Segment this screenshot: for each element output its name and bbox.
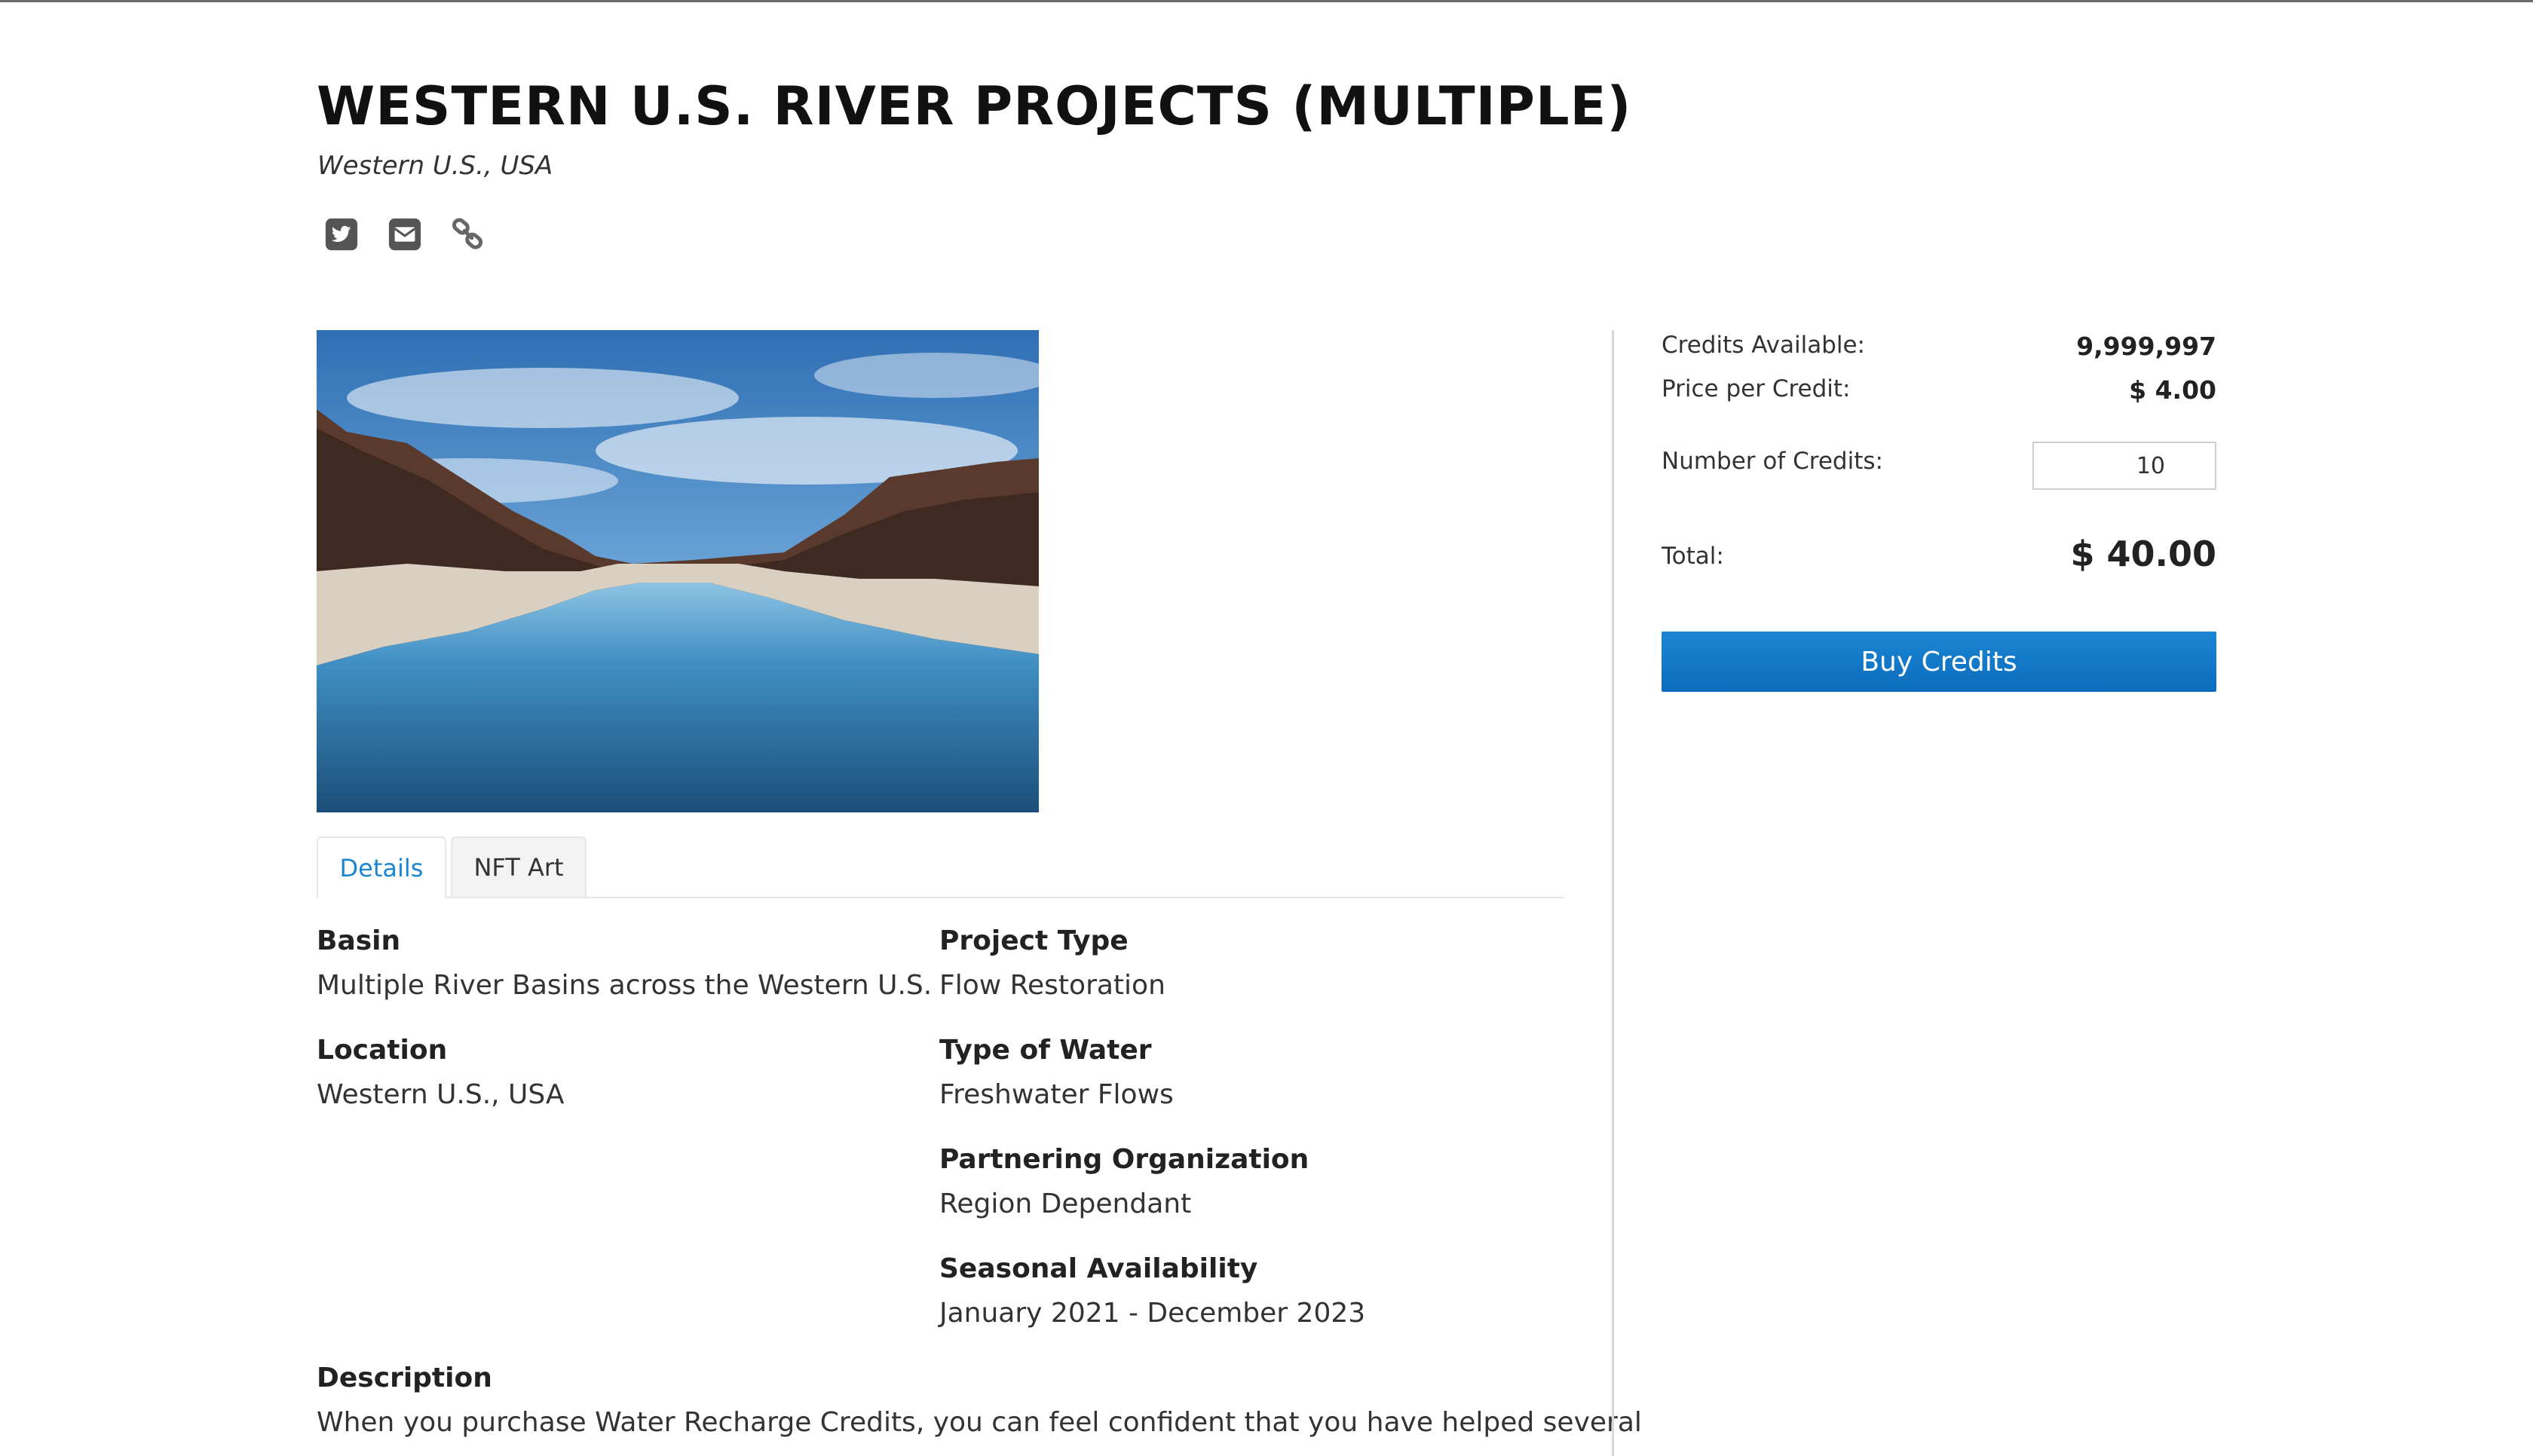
link-icon[interactable] bbox=[451, 217, 485, 252]
water-type-field: Type of Water Freshwater Flows bbox=[939, 1035, 1174, 1110]
page-subtitle: Western U.S., USA bbox=[317, 151, 553, 181]
email-icon[interactable] bbox=[387, 217, 422, 252]
column-divider bbox=[1612, 330, 1614, 1456]
basin-label: Basin bbox=[317, 925, 401, 956]
description-field: Description When you purchase Water Rech… bbox=[317, 1363, 1642, 1438]
project-type-label: Project Type bbox=[939, 925, 1129, 956]
basin-field: Basin Multiple River Basins across the W… bbox=[317, 925, 932, 1001]
total-value: $ 40.00 bbox=[2070, 534, 2216, 574]
project-image bbox=[317, 330, 1039, 812]
top-border bbox=[0, 0, 2533, 2]
price-value: $ 4.00 bbox=[2129, 375, 2216, 405]
description-text: When you purchase Water Recharge Credits… bbox=[317, 1407, 1642, 1438]
total-label: Total: bbox=[1662, 543, 1724, 570]
tab-details[interactable]: Details bbox=[317, 837, 446, 898]
basin-value: Multiple River Basins across the Western… bbox=[317, 970, 933, 1001]
tab-bar: Details NFT Art bbox=[317, 837, 1564, 898]
tab-nft-art[interactable]: NFT Art bbox=[451, 837, 587, 897]
partnering-org-label: Partnering Organization bbox=[939, 1144, 1309, 1175]
number-of-credits-row: Number of Credits: bbox=[1662, 442, 2216, 490]
buy-credits-button[interactable]: Buy Credits bbox=[1662, 632, 2216, 692]
seasonal-field: Seasonal Availability January 2021 - Dec… bbox=[939, 1253, 1365, 1329]
project-type-field: Project Type Flow Restoration bbox=[939, 925, 1165, 1001]
project-type-value: Flow Restoration bbox=[939, 970, 1165, 1001]
number-of-credits-input[interactable] bbox=[2032, 442, 2216, 490]
water-type-value: Freshwater Flows bbox=[939, 1079, 1174, 1110]
location-label: Location bbox=[317, 1035, 448, 1066]
partnering-org-field: Partnering Organization Region Dependant bbox=[939, 1144, 1309, 1219]
seasonal-label: Seasonal Availability bbox=[939, 1253, 1258, 1284]
twitter-icon[interactable] bbox=[324, 217, 359, 252]
seasonal-value: January 2021 - December 2023 bbox=[939, 1298, 1366, 1329]
partnering-org-value: Region Dependant bbox=[939, 1188, 1192, 1219]
credits-available-value: 9,999,997 bbox=[2076, 332, 2216, 361]
location-field: Location Western U.S., USA bbox=[317, 1035, 565, 1110]
description-label: Description bbox=[317, 1363, 492, 1393]
price-label: Price per Credit: bbox=[1662, 375, 1851, 402]
location-value: Western U.S., USA bbox=[317, 1079, 565, 1110]
water-type-label: Type of Water bbox=[939, 1035, 1152, 1066]
page-title: WESTERN U.S. RIVER PROJECTS (MULTIPLE) bbox=[317, 75, 1632, 137]
share-bar bbox=[324, 217, 485, 252]
number-of-credits-label: Number of Credits: bbox=[1662, 448, 1883, 475]
credits-available-label: Credits Available: bbox=[1662, 332, 1865, 359]
